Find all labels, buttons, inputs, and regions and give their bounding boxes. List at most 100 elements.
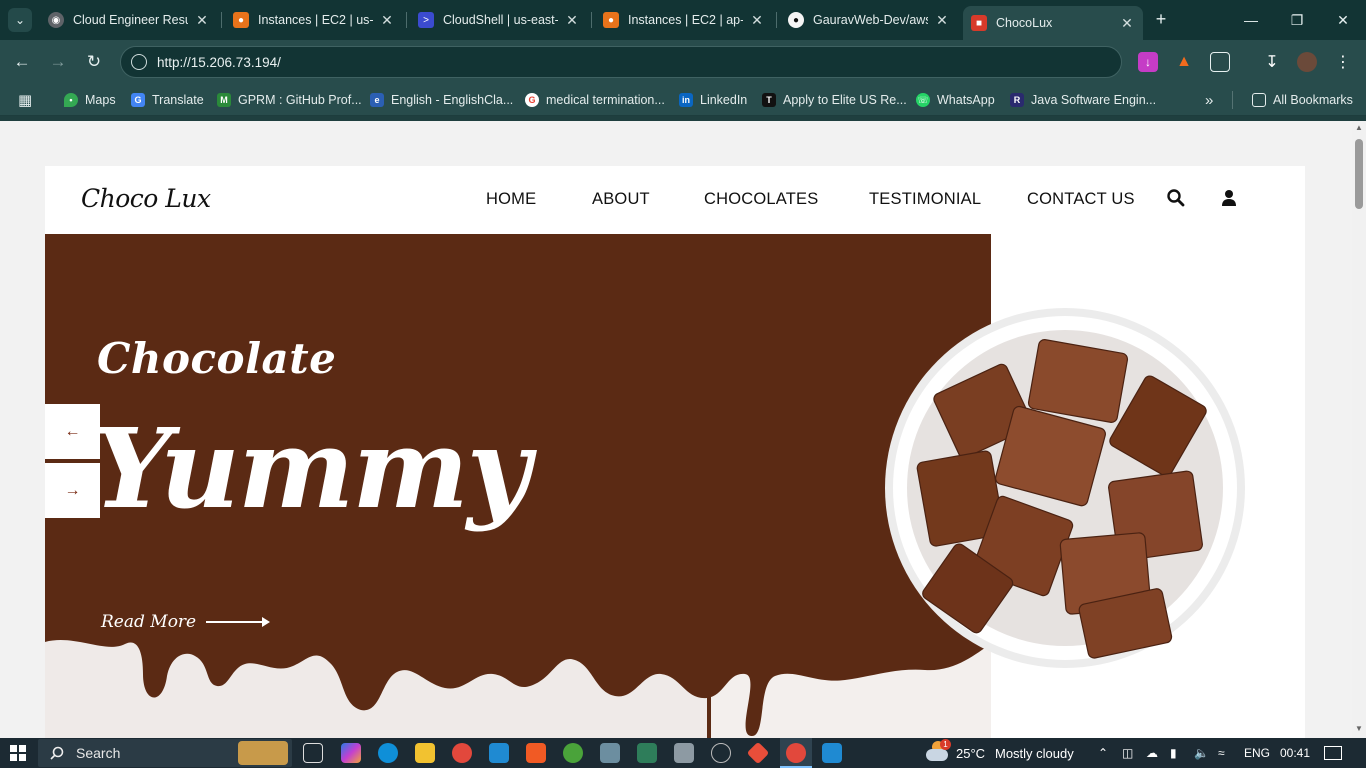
download-extension-icon[interactable]: ↓ <box>1138 52 1158 72</box>
bookmark-englishclass[interactable]: e English - EnglishCla... <box>370 91 513 109</box>
forward-arrow-icon[interactable]: → <box>46 50 70 74</box>
onedrive-cloud-icon[interactable]: ☁ <box>1146 742 1158 764</box>
tab-cloudshell[interactable]: > CloudShell | us-east-1 ✕ <box>410 6 588 34</box>
close-icon[interactable]: ✕ <box>749 12 765 29</box>
brave-rewards-icon[interactable]: ▲ <box>1174 52 1194 72</box>
scroll-down-arrow-icon[interactable]: ▼ <box>1355 724 1363 733</box>
user-icon[interactable] <box>1219 188 1239 208</box>
search-highlight-image <box>238 741 288 765</box>
tab-label: GauravWeb-Dev/aws <box>813 13 928 27</box>
close-icon[interactable]: ✕ <box>1119 15 1135 32</box>
bookmark-gprm[interactable]: M GPRM : GitHub Prof... <box>217 91 362 109</box>
aws-cloudshell-icon: > <box>418 12 434 28</box>
more-bookmarks-chevron-icon[interactable]: » <box>1205 91 1213 109</box>
notification-center-icon[interactable] <box>1324 746 1342 760</box>
address-bar[interactable]: http://15.206.73.194/ <box>120 46 1122 78</box>
scrollbar-thumb[interactable] <box>1355 139 1363 209</box>
aws-ec2-icon: ● <box>603 12 619 28</box>
wifi-icon[interactable]: ≈ <box>1218 742 1225 764</box>
weather-cloud-icon[interactable]: 1 <box>926 739 951 763</box>
bookmark-maps[interactable]: • Maps <box>64 91 116 109</box>
brave-icon[interactable] <box>526 743 546 763</box>
settings-circle-icon[interactable] <box>711 743 731 763</box>
usb-device-icon[interactable]: ◫ <box>1122 742 1133 764</box>
page-scrollbar[interactable]: ▲ ▼ <box>1352 121 1366 738</box>
tab-instances-ec2-ap-south[interactable]: ● Instances | EC2 | ap-s ✕ <box>595 6 773 34</box>
chrome-icon[interactable] <box>452 743 472 763</box>
bookmark-translate[interactable]: G Translate <box>131 91 204 109</box>
vscode-icon[interactable] <box>489 743 509 763</box>
chrome-icon <box>786 743 806 763</box>
close-icon[interactable]: ✕ <box>379 12 395 29</box>
window-close-icon[interactable]: ✕ <box>1320 0 1366 40</box>
read-more-link[interactable]: Read More <box>101 612 271 632</box>
bookmark-label: GPRM : GitHub Prof... <box>238 93 362 107</box>
chrome-active-taskbar-item[interactable] <box>780 738 812 768</box>
remote-desktop-icon[interactable] <box>674 743 694 763</box>
windows-start-icon[interactable] <box>10 745 26 761</box>
bookmark-elite-us[interactable]: T Apply to Elite US Re... <box>762 91 907 109</box>
git-icon[interactable] <box>746 741 770 765</box>
new-tab-plus-icon[interactable]: + <box>1150 8 1172 30</box>
taskbar-search-box[interactable]: Search <box>38 739 292 767</box>
weather-description[interactable]: Mostly cloudy <box>995 742 1074 764</box>
close-icon[interactable]: ✕ <box>194 12 210 29</box>
weather-temperature[interactable]: 25°C <box>956 742 985 764</box>
tab-instances-ec2-us-east[interactable]: ● Instances | EC2 | us-ea ✕ <box>225 6 403 34</box>
extensions-puzzle-icon[interactable] <box>1210 52 1230 72</box>
clock-time[interactable]: 00:41 <box>1280 742 1310 764</box>
bookmark-java-software[interactable]: R Java Software Engin... <box>1010 91 1156 109</box>
menu-kebab-icon[interactable]: ⋮ <box>1333 52 1353 72</box>
nav-contact-us[interactable]: CONTACT US <box>1027 190 1135 209</box>
nav-chocolates[interactable]: CHOCOLATES <box>704 190 818 209</box>
reload-icon[interactable]: ↻ <box>82 50 106 74</box>
apps-grid-icon[interactable]: ▦ <box>18 91 32 109</box>
copilot-icon[interactable] <box>341 743 361 763</box>
bookmark-label: WhatsApp <box>937 93 995 107</box>
volume-icon[interactable]: 🔈 <box>1194 742 1209 764</box>
google-icon: G <box>525 93 539 107</box>
edge-browser-icon[interactable] <box>378 743 398 763</box>
close-icon[interactable]: ✕ <box>564 12 580 29</box>
show-hidden-icons-chevron-icon[interactable]: ⌃ <box>1098 742 1108 764</box>
profile-avatar[interactable] <box>1297 52 1317 72</box>
restore-icon[interactable]: ❐ <box>1274 0 1320 40</box>
vs-icon[interactable] <box>637 743 657 763</box>
all-bookmarks-folder[interactable]: All Bookmarks <box>1252 91 1353 109</box>
green-app-icon[interactable] <box>563 743 583 763</box>
minimize-icon[interactable]: — <box>1228 0 1274 40</box>
nav-testimonial[interactable]: TESTIMONIAL <box>869 190 981 209</box>
tab-github-repo[interactable]: ● GauravWeb-Dev/aws ✕ <box>780 6 958 34</box>
downloads-icon[interactable]: ↧ <box>1262 52 1282 72</box>
battery-icon[interactable]: ▮ <box>1170 742 1177 764</box>
bookmark-whatsapp[interactable]: ☏ WhatsApp <box>916 91 995 109</box>
photos-icon[interactable] <box>822 743 842 763</box>
notification-badge: 1 <box>940 739 951 750</box>
nav-home[interactable]: HOME <box>486 190 536 209</box>
nav-about[interactable]: ABOUT <box>592 190 650 209</box>
tab-separator <box>221 12 222 28</box>
drip-white-base <box>45 640 707 738</box>
page-viewport: Choco Lux HOME ABOUT CHOCOLATES TESTIMON… <box>0 121 1352 738</box>
task-view-icon[interactable] <box>303 743 323 763</box>
site-logo[interactable]: Choco Lux <box>81 184 211 213</box>
chocolate-bowl-image <box>885 308 1245 668</box>
url-text[interactable]: http://15.206.73.194/ <box>157 55 281 70</box>
search-icon[interactable] <box>1166 188 1186 208</box>
tab-cloud-engineer-resume[interactable]: ◉ Cloud Engineer Resur ✕ <box>40 6 218 34</box>
slider-next-button[interactable]: → <box>45 463 100 518</box>
folder-icon <box>1252 93 1266 107</box>
file-explorer-icon[interactable] <box>415 743 435 763</box>
bookmark-linkedin[interactable]: in LinkedIn <box>679 91 747 109</box>
tab-chocolux[interactable]: ■ ChocoLux ✕ <box>963 6 1143 40</box>
close-icon[interactable]: ✕ <box>934 12 950 29</box>
language-indicator[interactable]: ENG <box>1244 742 1270 764</box>
tab-search-chevron-icon[interactable]: ⌄ <box>8 8 32 32</box>
read-more-label: Read More <box>101 612 197 632</box>
site-info-icon[interactable] <box>131 54 147 70</box>
back-arrow-icon[interactable]: ← <box>10 50 34 74</box>
slider-prev-button[interactable]: ← <box>45 404 100 459</box>
bookmark-google-search[interactable]: G medical termination... <box>525 91 665 109</box>
scroll-up-arrow-icon[interactable]: ▲ <box>1355 123 1363 132</box>
network-tool-icon[interactable] <box>600 743 620 763</box>
